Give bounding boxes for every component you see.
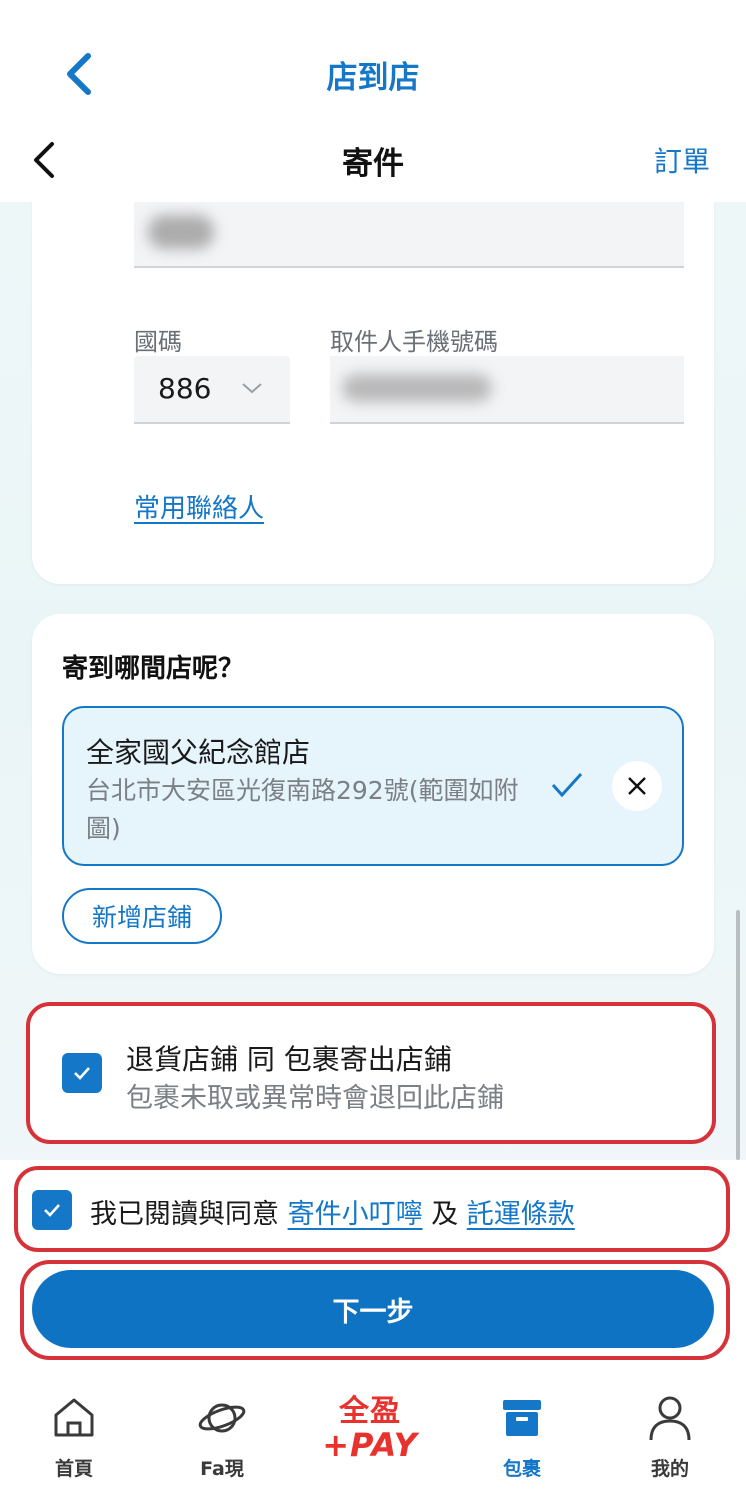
check-icon	[44, 1204, 60, 1217]
remove-store-button[interactable]	[612, 761, 662, 811]
tab-home[interactable]: 首頁	[24, 1392, 124, 1492]
agreement-text: 我已閱讀與同意 寄件小叮嚀 及 託運條款	[90, 1192, 575, 1231]
tab-label: 包裹	[502, 1458, 541, 1480]
country-code-label: 國碼	[134, 328, 182, 356]
checkmark-icon	[551, 772, 583, 798]
outer-page-title: 店到店	[326, 60, 420, 96]
shipping-tips-link[interactable]: 寄件小叮嚀	[288, 1199, 423, 1230]
pay-logo-bottom: +PAY	[322, 1426, 418, 1464]
agreement-checkbox[interactable]	[32, 1190, 72, 1230]
recipient-name-field[interactable]	[134, 202, 684, 268]
pay-logo: 全盈 +PAY	[315, 1396, 425, 1466]
return-option-subtitle: 包裹未取或異常時會退回此店鋪	[126, 1083, 504, 1114]
blurred-phone-value	[342, 374, 492, 402]
chevron-down-icon	[242, 383, 262, 394]
planet-icon	[198, 1403, 246, 1433]
store-name: 全家國父紀念館店	[86, 736, 311, 769]
check-icon	[74, 1067, 90, 1080]
tab-package[interactable]: 包裹	[472, 1392, 572, 1492]
return-option-title: 退貨店鋪 同 包裹寄出店鋪	[126, 1043, 452, 1076]
country-code-value: 886	[158, 372, 212, 405]
tab-label: 我的	[650, 1458, 689, 1480]
pay-logo-top: 全盈	[339, 1394, 401, 1429]
close-icon	[628, 777, 646, 795]
blurred-name-value	[148, 215, 214, 249]
tab-me[interactable]: 我的	[620, 1392, 720, 1492]
phone-label: 取件人手機號碼	[330, 328, 498, 356]
tab-label: Fa現	[200, 1458, 244, 1480]
return-checkbox[interactable]	[62, 1053, 102, 1093]
store-question: 寄到哪間店呢？	[62, 654, 245, 684]
tab-fa-cash[interactable]: Fa現	[172, 1392, 272, 1492]
tab-pay[interactable]: 全盈 +PAY	[320, 1392, 420, 1492]
tab-label: 首頁	[54, 1458, 93, 1480]
person-icon	[649, 1396, 691, 1441]
package-icon	[503, 1400, 541, 1436]
page-title: 寄件	[342, 146, 404, 182]
add-store-button[interactable]: 新增店鋪	[62, 888, 222, 944]
orders-link[interactable]: 訂單	[654, 140, 710, 180]
agreement-conj: 及	[431, 1199, 459, 1230]
home-icon	[54, 1398, 94, 1437]
terms-link[interactable]: 託運條款	[467, 1199, 575, 1230]
scrollbar[interactable]	[736, 910, 740, 1160]
frequent-contacts-link[interactable]: 常用聯絡人	[134, 488, 264, 525]
next-step-button[interactable]: 下一步	[32, 1270, 714, 1348]
agreement-prefix: 我已閱讀與同意	[90, 1199, 279, 1230]
store-address: 台北市大安區光復南路292號(範圍如附圖)	[86, 776, 519, 843]
